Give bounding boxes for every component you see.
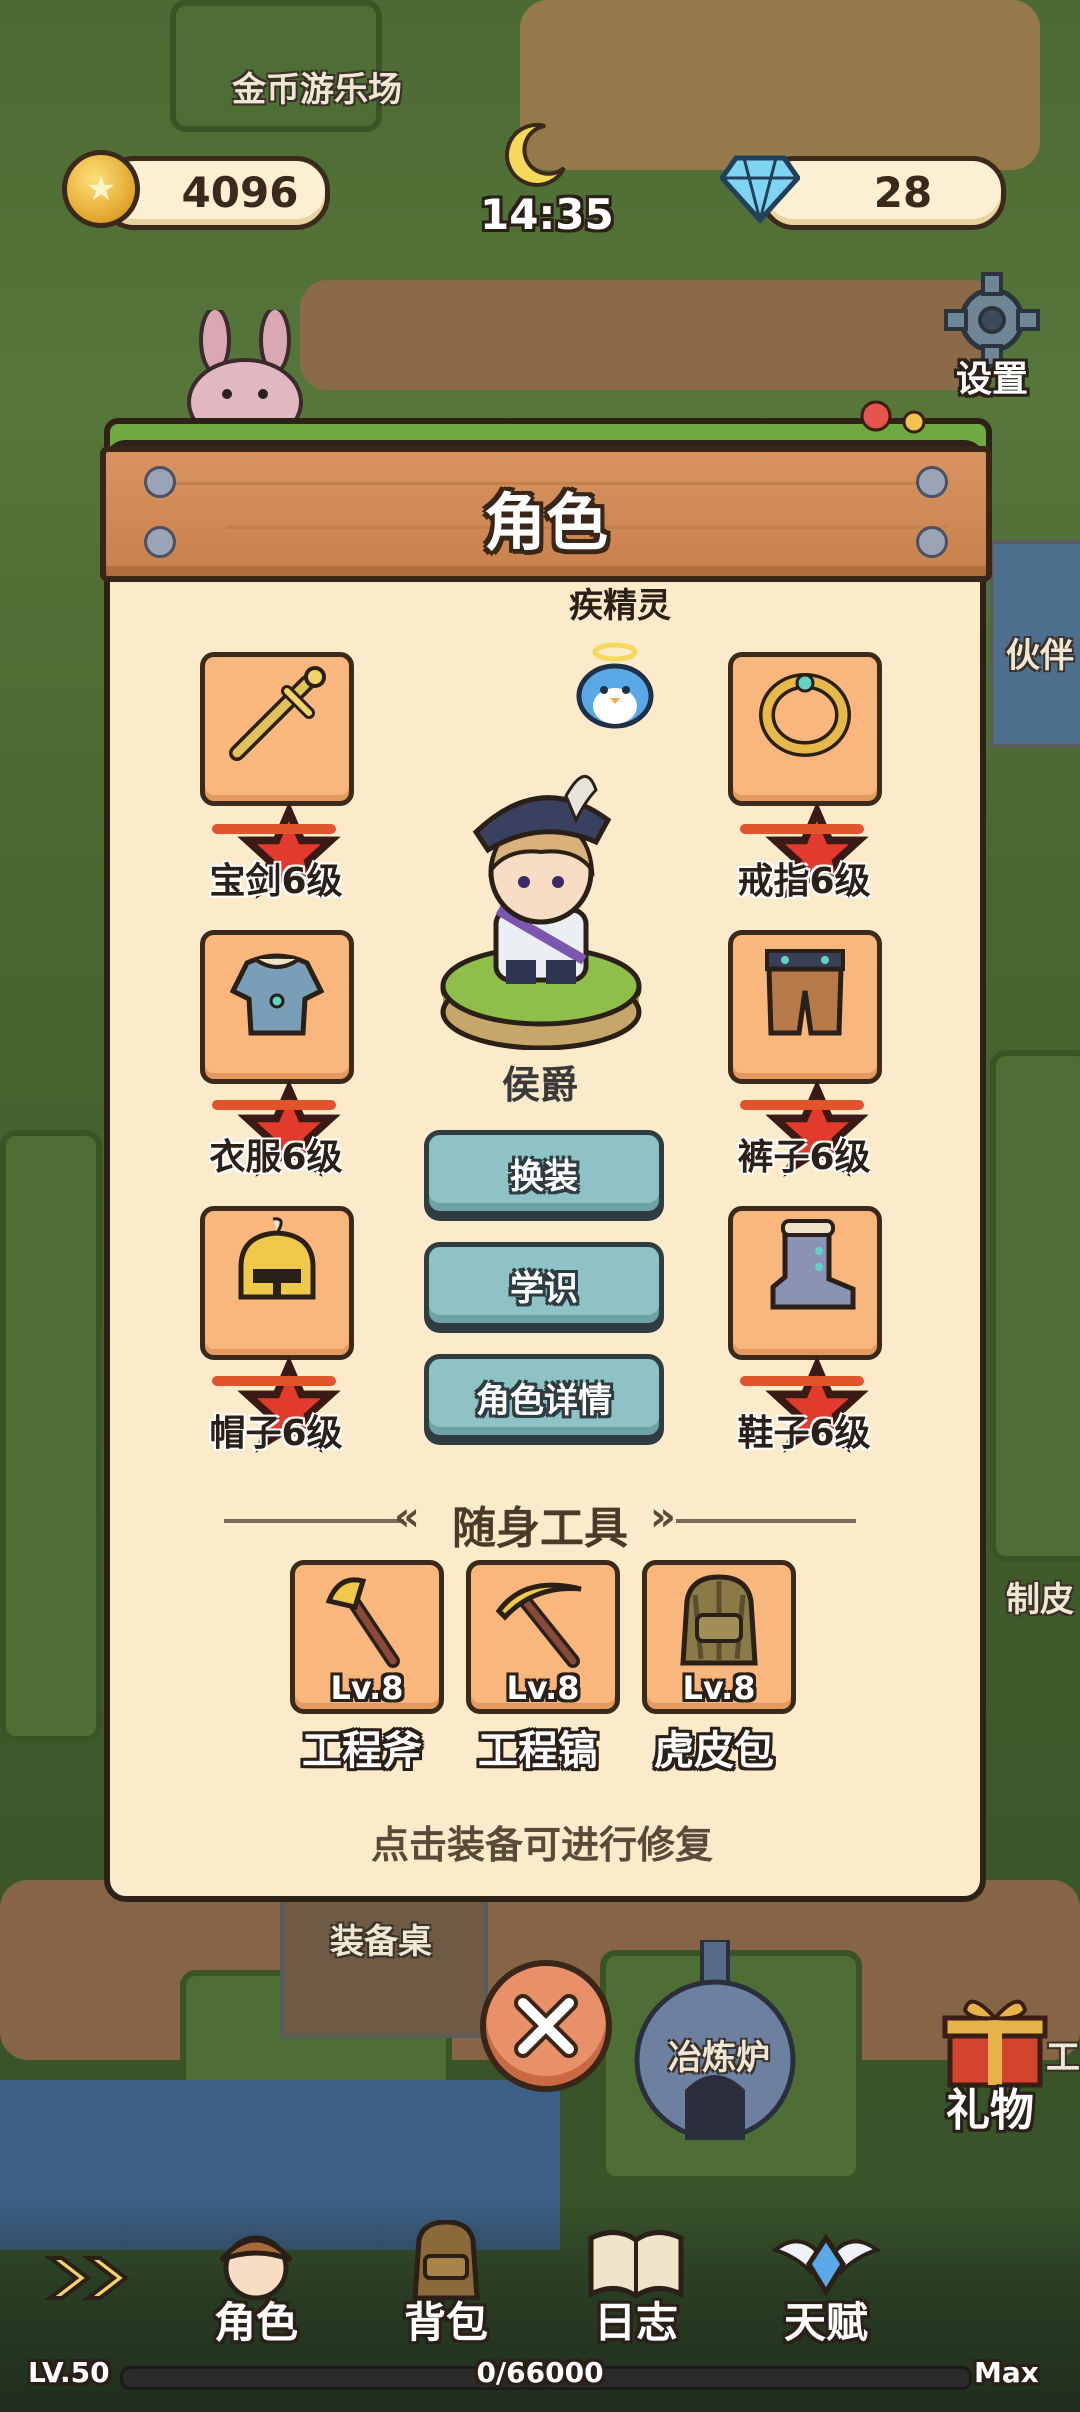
talent-icon: [771, 2233, 881, 2297]
settings-label: 设置: [955, 359, 1028, 400]
coin-icon: ★: [62, 150, 140, 228]
durability-bar: [740, 1376, 864, 1386]
helmet-icon: [238, 1217, 316, 1300]
xp-max-label: Max: [974, 2356, 1039, 2389]
partner-label[interactable]: 伙伴: [1006, 628, 1074, 677]
location-label: 金币游乐场: [232, 70, 402, 110]
settings-button[interactable]: 设置: [942, 272, 1042, 400]
tool-slot-backpack[interactable]: Lv.8: [642, 1560, 796, 1714]
boots-icon: [770, 1219, 856, 1310]
nav-journal-label: 日志: [593, 2298, 678, 2347]
armor-icon: [229, 953, 325, 1036]
flower-decoration: [854, 398, 934, 438]
durability-bar: [212, 1376, 336, 1386]
equip-slot-helmet[interactable]: [200, 1206, 354, 1453]
nav-backpack-label: 背包: [403, 2298, 488, 2347]
equip-label-boots: 鞋子6级: [737, 1413, 871, 1454]
sword-icon: [229, 666, 326, 761]
nav-talent[interactable]: 天赋: [746, 2220, 906, 2350]
hedge: [0, 1130, 102, 1742]
character-icon: [219, 2235, 293, 2300]
furnace-label: 冶炼炉: [668, 2038, 770, 2078]
equip-label-helmet: 帽子6级: [209, 1413, 343, 1454]
work-label: 工: [1046, 2038, 1080, 2078]
double-arrow-icon: [44, 2256, 130, 2300]
durability-bar: [212, 1100, 336, 1110]
knowledge-label: 学识: [510, 1268, 578, 1309]
diamond-icon: [718, 146, 802, 226]
axe-icon: [325, 1577, 400, 1668]
expand-arrows-button[interactable]: [44, 2248, 144, 2308]
close-button[interactable]: [480, 1960, 612, 2092]
pickaxe-icon: [495, 1582, 582, 1668]
gem-amount: 28: [873, 168, 933, 217]
pet-spirit-icon[interactable]: [572, 640, 658, 730]
backpack-icon: [412, 2220, 480, 2300]
coin-amount: 4096: [181, 168, 299, 217]
change-outfit-label: 换装: [510, 1156, 578, 1197]
panel-header-banner: 角色: [100, 446, 992, 582]
character-title: 侯爵: [501, 1063, 578, 1107]
equip-slot-armor[interactable]: [200, 930, 354, 1177]
equip-slot-sword[interactable]: [200, 652, 354, 899]
moon-icon: [500, 120, 570, 190]
xp-text: 0/66000: [476, 2356, 604, 2389]
change-outfit-button[interactable]: 换装: [424, 1130, 664, 1216]
equip-slot-pants[interactable]: [728, 930, 882, 1177]
tool-level: Lv.8: [682, 1669, 756, 1707]
game-clock: 14:35: [480, 190, 614, 239]
nav-talent-label: 天赋: [783, 2298, 868, 2347]
equip-slot-boots[interactable]: [728, 1206, 882, 1453]
character-details-label: 角色详情: [476, 1380, 612, 1421]
character-avatar[interactable]: [436, 760, 646, 1051]
nav-character[interactable]: 角色: [176, 2220, 336, 2350]
equip-label-armor: 衣服6级: [209, 1137, 343, 1178]
nav-character-label: 角色: [213, 2298, 298, 2347]
dirt-path: [300, 280, 1000, 390]
equip-slot-ring[interactable]: [728, 652, 882, 899]
equip-label-pants: 裤子6级: [737, 1137, 871, 1178]
equip-label-ring: 戒指6级: [737, 861, 871, 902]
close-icon: [514, 1994, 578, 2058]
ring-icon: [759, 673, 851, 757]
character-details-button[interactable]: 角色详情: [424, 1354, 664, 1440]
pet-name: 疾精灵: [569, 586, 671, 626]
backpack-icon: [680, 1574, 758, 1666]
nav-backpack[interactable]: 背包: [366, 2220, 526, 2350]
tool-level: Lv.8: [506, 1669, 580, 1707]
dirt-path: [520, 0, 1040, 170]
craft-label[interactable]: 制皮: [1006, 1572, 1074, 1621]
chevron-left-icon: «: [394, 1494, 420, 1540]
divider-right: [676, 1519, 856, 1523]
repair-hint: 点击装备可进行修复: [370, 1823, 713, 1867]
knowledge-button[interactable]: 学识: [424, 1242, 664, 1328]
panel-title: 角色: [483, 486, 608, 559]
equip-label-sword: 宝剑6级: [209, 861, 343, 902]
hedge: [990, 1050, 1080, 1562]
tool-label-backpack: 虎皮包: [654, 1728, 774, 1774]
nav-journal[interactable]: 日志: [556, 2220, 716, 2350]
tool-slot-pickaxe[interactable]: Lv.8: [466, 1560, 620, 1714]
journal-icon: [588, 2230, 684, 2300]
pants-icon: [765, 949, 845, 1036]
chevron-right-icon: »: [650, 1494, 676, 1540]
durability-bar: [212, 824, 336, 834]
gift-label[interactable]: 礼物: [946, 2074, 1034, 2138]
divider-left: [224, 1519, 404, 1523]
tool-slot-axe[interactable]: Lv.8: [290, 1560, 444, 1714]
player-level: LV.50: [28, 2356, 110, 2389]
tool-label-pickaxe: 工程镐: [478, 1728, 598, 1774]
durability-bar: [740, 824, 864, 834]
durability-bar: [740, 1100, 864, 1110]
tools-header: 随身工具: [452, 1503, 628, 1554]
equip-table-label[interactable]: 装备桌: [330, 1914, 432, 1963]
tool-level: Lv.8: [330, 1669, 404, 1707]
tool-label-axe: 工程斧: [302, 1728, 422, 1774]
